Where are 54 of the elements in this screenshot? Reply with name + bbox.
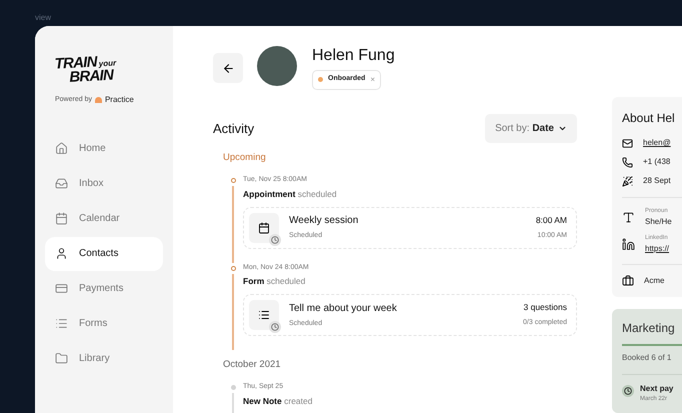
briefcase-icon <box>622 275 634 287</box>
contact-info: +1 (438 <box>643 156 670 168</box>
field-icon <box>622 211 635 224</box>
nav-item[interactable]: Library <box>45 342 163 376</box>
back-button[interactable] <box>213 53 243 83</box>
contact-info-icon <box>622 138 633 148</box>
entry-title: Appointment scheduled <box>243 188 338 200</box>
contact-info-icon <box>622 156 633 168</box>
nav-item[interactable]: Calendar <box>45 202 163 236</box>
company-name: Acme <box>644 275 664 287</box>
practice-logo-icon <box>94 96 102 103</box>
about-heading: About Hel <box>622 110 676 127</box>
nav-icon <box>55 142 68 156</box>
contact-info: 28 Sept <box>643 175 671 187</box>
group-heading: October 2021 <box>223 358 282 372</box>
contact-info-icon <box>622 176 633 186</box>
marketing-heading: Marketing <box>622 320 676 337</box>
group-heading: Upcoming <box>223 151 267 165</box>
nav-item[interactable]: Contacts <box>45 236 163 271</box>
brand-logo: TRAINyour BRAIN <box>54 54 118 86</box>
next-payment-label: Next pay <box>640 383 674 395</box>
card-value: 8:00 AM <box>536 214 567 227</box>
activity-heading: Activity <box>213 120 254 138</box>
nav-icon <box>55 177 68 190</box>
entry-title: New Note created <box>243 394 314 408</box>
remove-tag-button[interactable]: × <box>370 74 376 86</box>
nav-icon <box>55 282 68 296</box>
contact-name: Helen Fung <box>312 46 395 66</box>
nav-item[interactable]: Home <box>45 132 163 166</box>
frame-label: view <box>35 12 52 24</box>
avatar-photo-placeholder <box>257 46 297 86</box>
nav-item[interactable]: Payments <box>45 272 163 306</box>
nav-item[interactable]: Forms <box>45 306 163 341</box>
nav-icon <box>55 352 68 366</box>
card-type-icon <box>258 222 270 234</box>
payment-clock-icon <box>622 385 634 397</box>
field-value: She/He <box>645 216 672 228</box>
card-title: Weekly session <box>289 214 360 228</box>
field-icon <box>622 238 635 251</box>
practice-name: Practice <box>104 94 134 106</box>
field-link[interactable]: https:// <box>645 243 670 255</box>
back-arrow-icon <box>222 62 234 74</box>
entry-title: Form scheduled <box>243 275 306 288</box>
sort-dropdown[interactable]: Sort by: Date <box>485 114 577 143</box>
card-title: Tell me about your week <box>289 302 398 316</box>
booked-count: Booked 6 of 1 <box>622 352 682 375</box>
clock-badge-icon <box>269 320 281 333</box>
contact-link[interactable]: helen@ <box>643 137 671 149</box>
nav-icon <box>55 247 68 260</box>
nav-icon <box>55 212 68 226</box>
caret-icon <box>558 124 567 133</box>
card-value: 3 questions <box>523 301 567 314</box>
clock-badge-icon <box>269 234 281 246</box>
nav-item[interactable]: Inbox <box>45 166 163 201</box>
